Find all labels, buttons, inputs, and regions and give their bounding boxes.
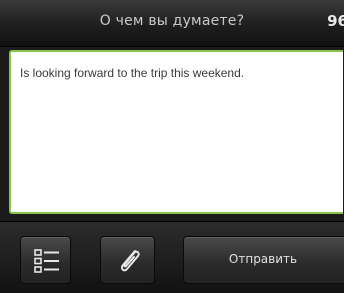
character-counter: 96 (327, 12, 344, 30)
send-button[interactable]: Отправить (183, 236, 344, 284)
bottom-toolbar: Отправить (0, 221, 344, 293)
title-bar: О чем вы думаете? 96 (0, 0, 344, 47)
attach-button[interactable] (100, 236, 155, 284)
status-text-field[interactable]: Is looking forward to the trip this week… (9, 50, 343, 214)
send-button-label: Отправить (228, 252, 298, 266)
paperclip-icon (115, 245, 143, 277)
list-button[interactable] (20, 236, 71, 284)
status-text-value[interactable]: Is looking forward to the trip this week… (20, 65, 339, 81)
page-title: О чем вы думаете? (99, 13, 245, 29)
list-icon (34, 249, 60, 273)
